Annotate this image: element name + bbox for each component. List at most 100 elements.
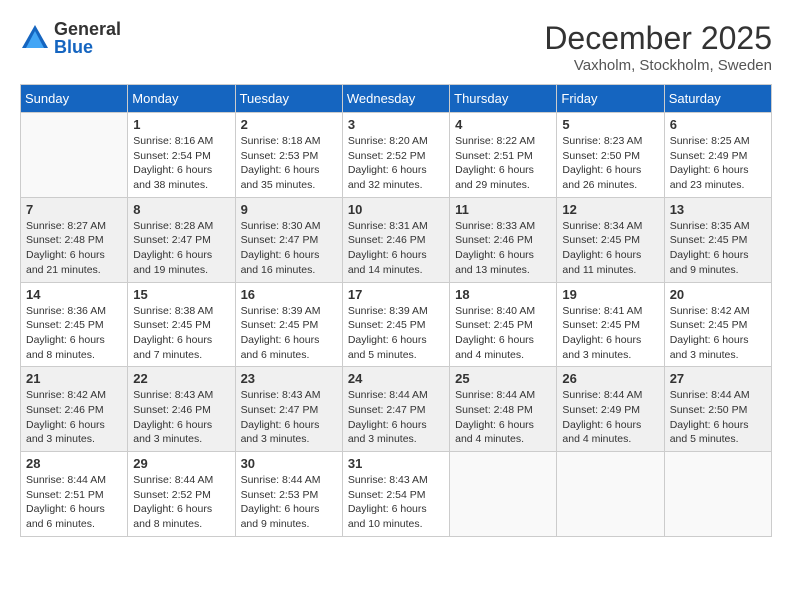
day-info: Sunrise: 8:41 AM Sunset: 2:45 PM Dayligh… [562,304,658,363]
day-cell: 27Sunrise: 8:44 AM Sunset: 2:50 PM Dayli… [664,367,771,452]
day-info: Sunrise: 8:43 AM Sunset: 2:46 PM Dayligh… [133,388,229,447]
page-header: General Blue December 2025 Vaxholm, Stoc… [20,20,772,74]
day-cell: 1 Sunrise: 8:16 AM Sunset: 2:54 PM Daylig… [128,113,235,198]
day-cell: 19Sunrise: 8:41 AM Sunset: 2:45 PM Dayli… [557,282,664,367]
day-number: 21 [26,371,122,386]
day-number: 16 [241,287,337,302]
day-info: Sunrise: 8:38 AM Sunset: 2:45 PM Dayligh… [133,304,229,363]
day-cell: 18Sunrise: 8:40 AM Sunset: 2:45 PM Dayli… [450,282,557,367]
day-cell: 10 Sunrise: 8:31 AM Sunset: 2:46 PM Dayli… [342,197,449,282]
day-info: Sunrise: 8:44 AM Sunset: 2:51 PM Dayligh… [26,473,122,532]
day-number: 15 [133,287,229,302]
day-info: Sunrise: 8:33 AM Sunset: 2:46 PM Dayligh… [455,219,551,278]
day-number: 26 [562,371,658,386]
day-number: 1 [133,117,229,132]
day-cell: 5 Sunrise: 8:23 AM Sunset: 2:50 PM Daylig… [557,113,664,198]
day-number: 2 [241,117,337,132]
day-info: Sunrise: 8:36 AM Sunset: 2:45 PM Dayligh… [26,304,122,363]
day-info: Sunrise: 8:22 AM Sunset: 2:51 PM Dayligh… [455,134,551,193]
day-number: 30 [241,456,337,471]
day-cell: 24 Sunrise: 8:44 AM Sunset: 2:47 PM Dayli… [342,367,449,452]
day-number: 13 [670,202,766,217]
day-cell: 8 Sunrise: 8:28 AM Sunset: 2:47 PM Daylig… [128,197,235,282]
header-tuesday: Tuesday [235,85,342,113]
week-row-1: 7 Sunrise: 8:27 AM Sunset: 2:48 PM Daylig… [21,197,772,282]
day-cell: 16 Sunrise: 8:39 AM Sunset: 2:45 PM Dayli… [235,282,342,367]
day-info: Sunrise: 8:28 AM Sunset: 2:47 PM Dayligh… [133,219,229,278]
day-cell: 23 Sunrise: 8:43 AM Sunset: 2:47 PM Dayli… [235,367,342,452]
day-info: Sunrise: 8:40 AM Sunset: 2:45 PM Dayligh… [455,304,551,363]
logo-icon [20,23,50,53]
day-cell: 29 Sunrise: 8:44 AM Sunset: 2:52 PM Dayli… [128,452,235,537]
day-info: Sunrise: 8:44 AM Sunset: 2:47 PM Dayligh… [348,388,444,447]
header-monday: Monday [128,85,235,113]
header-sunday: Sunday [21,85,128,113]
day-number: 8 [133,202,229,217]
day-info: Sunrise: 8:25 AM Sunset: 2:49 PM Dayligh… [670,134,766,193]
logo-text: General Blue [54,20,121,56]
day-cell: 28Sunrise: 8:44 AM Sunset: 2:51 PM Dayli… [21,452,128,537]
day-number: 23 [241,371,337,386]
day-cell: 11Sunrise: 8:33 AM Sunset: 2:46 PM Dayli… [450,197,557,282]
day-cell [450,452,557,537]
month-title: December 2025 [544,20,772,57]
day-cell: 30Sunrise: 8:44 AM Sunset: 2:53 PM Dayli… [235,452,342,537]
day-number: 3 [348,117,444,132]
day-cell: 2 Sunrise: 8:18 AM Sunset: 2:53 PM Daylig… [235,113,342,198]
day-info: Sunrise: 8:16 AM Sunset: 2:54 PM Dayligh… [133,134,229,193]
day-cell: 15 Sunrise: 8:38 AM Sunset: 2:45 PM Dayli… [128,282,235,367]
day-cell: 20Sunrise: 8:42 AM Sunset: 2:45 PM Dayli… [664,282,771,367]
header-thursday: Thursday [450,85,557,113]
day-info: Sunrise: 8:42 AM Sunset: 2:45 PM Dayligh… [670,304,766,363]
day-cell: 26Sunrise: 8:44 AM Sunset: 2:49 PM Dayli… [557,367,664,452]
week-row-3: 21Sunrise: 8:42 AM Sunset: 2:46 PM Dayli… [21,367,772,452]
day-info: Sunrise: 8:43 AM Sunset: 2:47 PM Dayligh… [241,388,337,447]
logo-general: General [54,20,121,38]
day-number: 24 [348,371,444,386]
week-row-2: 14 Sunrise: 8:36 AM Sunset: 2:45 PM Dayli… [21,282,772,367]
day-number: 14 [26,287,122,302]
day-info: Sunrise: 8:31 AM Sunset: 2:46 PM Dayligh… [348,219,444,278]
day-number: 25 [455,371,551,386]
day-info: Sunrise: 8:34 AM Sunset: 2:45 PM Dayligh… [562,219,658,278]
day-cell: 9 Sunrise: 8:30 AM Sunset: 2:47 PM Daylig… [235,197,342,282]
day-cell: 6 Sunrise: 8:25 AM Sunset: 2:49 PM Daylig… [664,113,771,198]
day-cell: 3Sunrise: 8:20 AM Sunset: 2:52 PM Daylig… [342,113,449,198]
day-cell: 4Sunrise: 8:22 AM Sunset: 2:51 PM Daylig… [450,113,557,198]
day-cell: 22 Sunrise: 8:43 AM Sunset: 2:46 PM Dayli… [128,367,235,452]
day-info: Sunrise: 8:39 AM Sunset: 2:45 PM Dayligh… [241,304,337,363]
day-number: 17 [348,287,444,302]
day-number: 7 [26,202,122,217]
day-cell: 21Sunrise: 8:42 AM Sunset: 2:46 PM Dayli… [21,367,128,452]
day-info: Sunrise: 8:18 AM Sunset: 2:53 PM Dayligh… [241,134,337,193]
title-block: December 2025 Vaxholm, Stockholm, Sweden [544,20,772,74]
day-number: 31 [348,456,444,471]
day-number: 5 [562,117,658,132]
day-info: Sunrise: 8:44 AM Sunset: 2:50 PM Dayligh… [670,388,766,447]
day-cell: 12 Sunrise: 8:34 AM Sunset: 2:45 PM Dayli… [557,197,664,282]
week-row-4: 28Sunrise: 8:44 AM Sunset: 2:51 PM Dayli… [21,452,772,537]
day-number: 12 [562,202,658,217]
day-number: 9 [241,202,337,217]
logo: General Blue [20,20,121,56]
header-wednesday: Wednesday [342,85,449,113]
location: Vaxholm, Stockholm, Sweden [544,57,772,74]
day-info: Sunrise: 8:23 AM Sunset: 2:50 PM Dayligh… [562,134,658,193]
day-number: 10 [348,202,444,217]
day-cell: 25 Sunrise: 8:44 AM Sunset: 2:48 PM Dayli… [450,367,557,452]
calendar-header: SundayMondayTuesdayWednesdayThursdayFrid… [21,85,772,113]
header-saturday: Saturday [664,85,771,113]
day-number: 6 [670,117,766,132]
calendar-table: SundayMondayTuesdayWednesdayThursdayFrid… [20,84,772,537]
day-cell: 31Sunrise: 8:43 AM Sunset: 2:54 PM Dayli… [342,452,449,537]
day-cell: 14 Sunrise: 8:36 AM Sunset: 2:45 PM Dayli… [21,282,128,367]
day-number: 29 [133,456,229,471]
day-info: Sunrise: 8:44 AM Sunset: 2:52 PM Dayligh… [133,473,229,532]
day-info: Sunrise: 8:39 AM Sunset: 2:45 PM Dayligh… [348,304,444,363]
day-info: Sunrise: 8:35 AM Sunset: 2:45 PM Dayligh… [670,219,766,278]
day-info: Sunrise: 8:44 AM Sunset: 2:48 PM Dayligh… [455,388,551,447]
day-cell: 17 Sunrise: 8:39 AM Sunset: 2:45 PM Dayli… [342,282,449,367]
day-info: Sunrise: 8:27 AM Sunset: 2:48 PM Dayligh… [26,219,122,278]
day-number: 22 [133,371,229,386]
day-info: Sunrise: 8:30 AM Sunset: 2:47 PM Dayligh… [241,219,337,278]
